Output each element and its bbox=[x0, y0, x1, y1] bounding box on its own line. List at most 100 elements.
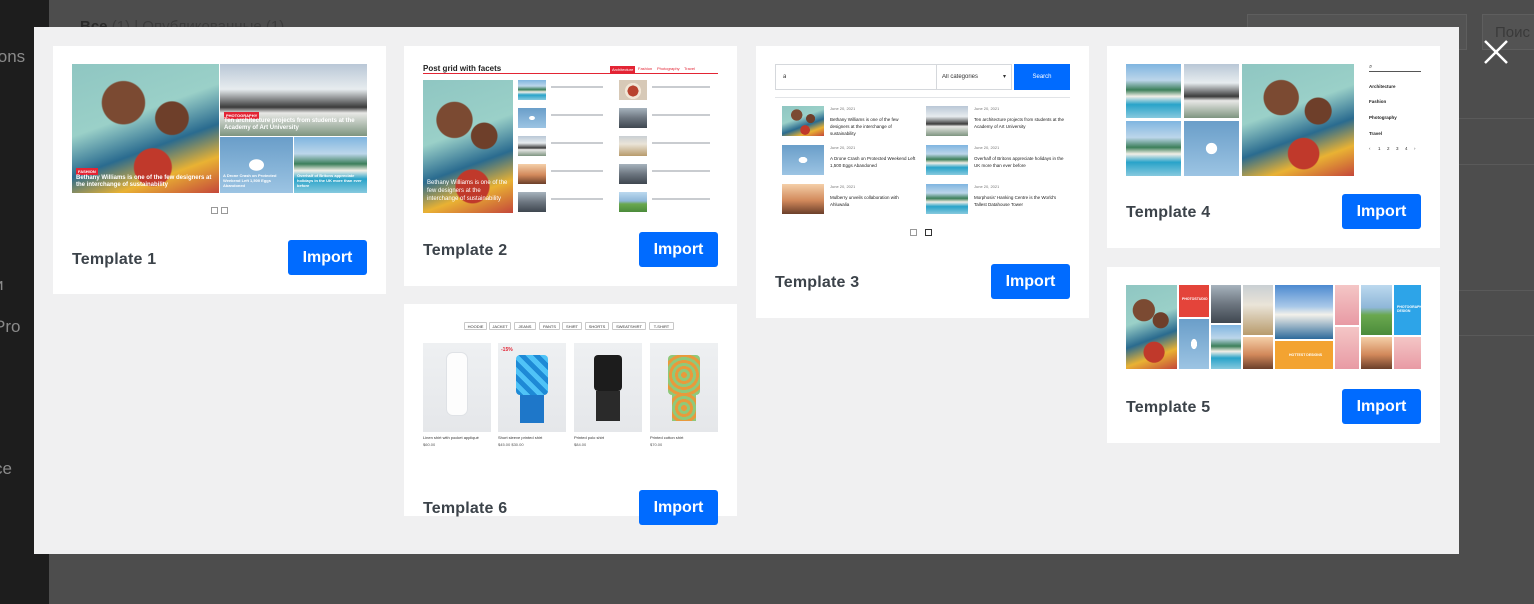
import-button[interactable]: Import bbox=[288, 240, 367, 275]
preview-product-price: $45.00 $30.00 bbox=[498, 442, 524, 447]
preview-thumb bbox=[782, 184, 824, 214]
preview-thumb bbox=[518, 192, 546, 212]
preview-photo bbox=[1361, 337, 1392, 369]
preview-tile: HOTTEST DESIGNS bbox=[1275, 341, 1333, 369]
preview-filter: Travel bbox=[684, 66, 695, 71]
preview-thumb bbox=[619, 80, 647, 100]
preview-thumb bbox=[619, 192, 647, 212]
template-2-preview: Post grid with facets Architecture Fashi… bbox=[423, 64, 718, 234]
template-card-5[interactable]: PHOTOSTUDIO HOTTEST DESIGNS PHOTOGRAPHY … bbox=[1107, 267, 1440, 443]
close-icon[interactable] bbox=[1480, 36, 1512, 68]
preview-date: June 20, 2021 bbox=[974, 106, 1000, 111]
preview-product-price: $84.00 bbox=[574, 442, 587, 447]
template-1-preview: FASHION Bethany Williams is one of the f… bbox=[72, 64, 367, 224]
preview-tile-label: PHOTOSTUDIO bbox=[1182, 297, 1208, 301]
preview-photo bbox=[1394, 337, 1421, 369]
import-button[interactable]: Import bbox=[639, 490, 718, 525]
preview-photo bbox=[1179, 319, 1209, 369]
template-library-modal: FASHION Bethany Williams is one of the f… bbox=[34, 27, 1459, 554]
template-3-preview: a All categories ▾ Search June 20, 2021 … bbox=[775, 64, 1070, 244]
preview-tab: HOODIE bbox=[464, 322, 487, 330]
preview-page: 3 bbox=[1396, 146, 1399, 151]
chevron-down-icon: ▾ bbox=[1003, 74, 1007, 80]
preview-thumb bbox=[926, 184, 968, 214]
template-card-2[interactable]: Post grid with facets Architecture Fashi… bbox=[404, 46, 737, 286]
preview-next-page bbox=[221, 207, 228, 214]
preview-product-name: Printed cotton shirt bbox=[650, 435, 684, 440]
preview-thumb bbox=[518, 164, 546, 184]
preview-product-name: Printed polo shirt bbox=[574, 435, 605, 440]
template-card-6[interactable]: HOODIE JACKET JEANS PANTS SHIRT SHORTS S… bbox=[404, 304, 737, 525]
preview-tab: JACKET bbox=[489, 322, 511, 330]
preview-photo bbox=[1126, 285, 1177, 369]
preview-product-name: Linen shirt with pocket appliqué bbox=[423, 435, 479, 440]
template-card-4[interactable]: ⌕ Architecture Fashion Photography Trave… bbox=[1107, 46, 1440, 248]
preview-thumb bbox=[619, 164, 647, 184]
template-4-preview: ⌕ Architecture Fashion Photography Trave… bbox=[1126, 64, 1421, 177]
preview-photo: PHOTOGRAPHY Ten architecture projects fr… bbox=[220, 64, 367, 136]
preview-thumb bbox=[782, 145, 824, 175]
preview-thumb bbox=[518, 108, 546, 128]
preview-page: 4 bbox=[1405, 146, 1408, 151]
preview-text-line bbox=[652, 170, 710, 172]
preview-product-price: $70.00 bbox=[650, 442, 663, 447]
search-icon: ⌕ bbox=[1369, 64, 1373, 70]
template-card-1[interactable]: FASHION Bethany Williams is one of the f… bbox=[53, 46, 386, 294]
sidebar-fragment: ce bbox=[0, 459, 12, 478]
preview-category-value: All categories bbox=[942, 74, 979, 80]
preview-photo bbox=[1184, 121, 1239, 176]
preview-date: June 20, 2021 bbox=[830, 145, 856, 150]
preview-filter: Architecture bbox=[610, 66, 636, 73]
preview-filter: Fashion bbox=[638, 66, 653, 71]
preview-photo bbox=[1335, 285, 1359, 325]
preview-thumb bbox=[926, 145, 968, 175]
preview-product-photo bbox=[574, 343, 642, 432]
preview-tab: PANTS bbox=[539, 322, 560, 330]
preview-filter: Photography bbox=[657, 66, 680, 71]
preview-category: Travel bbox=[1369, 131, 1383, 136]
preview-search-button: Search bbox=[1014, 64, 1070, 90]
preview-text-line bbox=[652, 114, 710, 116]
sidebar-fragment: Pro bbox=[0, 317, 21, 336]
preview-tile-label: HOTTEST DESIGNS bbox=[1289, 353, 1323, 357]
import-button[interactable]: Import bbox=[639, 232, 718, 267]
preview-tile: PHOTOSTUDIO bbox=[1179, 285, 1209, 317]
preview-prev-page bbox=[910, 229, 917, 236]
background-table-divider bbox=[1459, 118, 1534, 119]
preview-product-price: $60.00 bbox=[423, 442, 436, 447]
background-table-divider bbox=[1459, 164, 1534, 165]
preview-photo: FASHION Bethany Williams is one of the f… bbox=[72, 64, 219, 193]
preview-divider bbox=[775, 97, 1070, 98]
preview-next-page bbox=[925, 229, 932, 236]
preview-divider bbox=[423, 73, 718, 74]
preview-date: June 20, 2021 bbox=[974, 184, 1000, 189]
template-6-preview: HOODIE JACKET JEANS PANTS SHIRT SHORTS S… bbox=[423, 322, 718, 462]
preview-post-title: Overhalf of Britons appreciate holidays … bbox=[974, 156, 1064, 168]
preview-photo bbox=[1126, 121, 1181, 176]
preview-caption: Ten architecture projects from students … bbox=[224, 118, 355, 131]
preview-tab: SHIRT bbox=[562, 322, 582, 330]
preview-category: Photography bbox=[1369, 115, 1397, 120]
preview-post-title: Mulberry unveils collaboration with Ahlu… bbox=[830, 195, 899, 207]
preview-product-photo bbox=[650, 343, 718, 432]
import-button[interactable]: Import bbox=[1342, 389, 1421, 424]
sidebar-fragment: ions bbox=[0, 47, 26, 66]
preview-text-line bbox=[551, 86, 603, 88]
preview-photo bbox=[1211, 285, 1241, 323]
preview-thumb bbox=[619, 108, 647, 128]
preview-photo bbox=[1275, 285, 1333, 339]
template-card-3[interactable]: a All categories ▾ Search June 20, 2021 … bbox=[756, 46, 1089, 318]
preview-date: June 20, 2021 bbox=[830, 184, 856, 189]
preview-text-line bbox=[551, 142, 603, 144]
preview-text-line bbox=[652, 86, 710, 88]
preview-tile: PHOTOGRAPHY DESIGN bbox=[1394, 285, 1421, 335]
preview-prev-page bbox=[211, 207, 218, 214]
preview-product-photo bbox=[423, 343, 491, 432]
import-button[interactable]: Import bbox=[991, 264, 1070, 299]
preview-photo bbox=[1211, 325, 1241, 369]
background-table-divider bbox=[1459, 290, 1534, 291]
preview-search-input: a bbox=[775, 64, 937, 90]
import-button[interactable]: Import bbox=[1342, 194, 1421, 229]
preview-post-title: A Drone Crash on Protected Weekend Left … bbox=[830, 156, 916, 168]
preview-tab: JEANS bbox=[514, 322, 536, 330]
